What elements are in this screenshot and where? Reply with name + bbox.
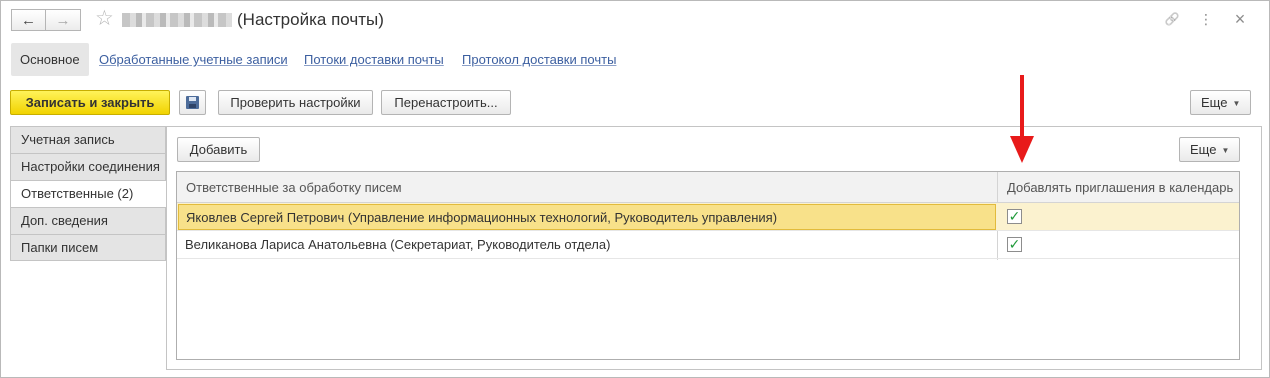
- table-row[interactable]: Яковлев Сергей Петрович (Управление инфо…: [177, 203, 1239, 231]
- forward-arrow-icon: →: [55, 11, 71, 29]
- toolbar-more-button[interactable]: Еще ▼: [1190, 90, 1251, 115]
- more-actions-icon[interactable]: ⋮: [1197, 9, 1215, 29]
- close-icon[interactable]: ×: [1231, 9, 1249, 29]
- tab-processed-accounts[interactable]: Обработанные учетные записи: [99, 52, 288, 67]
- link-icon[interactable]: 🔗: [1163, 9, 1181, 29]
- tab-main[interactable]: Основное: [11, 43, 89, 76]
- table-row[interactable]: Великанова Лариса Анатольевна (Секретари…: [177, 231, 1239, 259]
- app-window: ← → ☆ (Настройка почты) 🔗 ⋮ × Основное О…: [0, 0, 1270, 378]
- panel-more-label: Еще: [1190, 142, 1217, 157]
- side-tab-additional-info[interactable]: Доп. сведения: [10, 207, 166, 234]
- responsible-table: Ответственные за обработку писем Добавля…: [176, 171, 1240, 360]
- dropdown-caret-icon: ▼: [1221, 146, 1230, 156]
- calendar-invite-checkbox[interactable]: ✓: [1007, 209, 1022, 224]
- floppy-disk-icon: [186, 96, 199, 109]
- selected-cell[interactable]: Яковлев Сергей Петрович (Управление инфо…: [178, 204, 996, 230]
- reconfigure-button[interactable]: Перенастроить...: [381, 90, 511, 115]
- window-controls: 🔗 ⋮ ×: [1163, 9, 1249, 29]
- tab-delivery-streams[interactable]: Потоки доставки почты: [304, 52, 444, 67]
- side-tab-responsible[interactable]: Ответственные (2): [10, 180, 167, 207]
- annotation-arrow-shaft: [1020, 75, 1024, 141]
- panel-more-button[interactable]: Еще ▼: [1179, 137, 1240, 162]
- redacted-name: [122, 13, 232, 27]
- toolbar-more-label: Еще: [1201, 95, 1228, 110]
- tab-delivery-log[interactable]: Протокол доставки почты: [462, 52, 616, 67]
- forward-button[interactable]: →: [46, 9, 81, 31]
- column-header-responsible[interactable]: Ответственные за обработку писем: [186, 180, 402, 195]
- add-button[interactable]: Добавить: [177, 137, 260, 162]
- responsible-name: Великанова Лариса Анатольевна (Секретари…: [185, 237, 611, 252]
- back-button[interactable]: ←: [11, 9, 46, 31]
- checkmark-icon: ✓: [1008, 236, 1021, 252]
- save-and-close-button[interactable]: Записать и закрыть: [10, 90, 170, 115]
- dropdown-caret-icon: ▼: [1232, 99, 1241, 109]
- table-header: Ответственные за обработку писем Добавля…: [177, 172, 1239, 203]
- column-header-calendar-invites[interactable]: Добавлять приглашения в календарь: [1007, 180, 1233, 195]
- responsible-name: Яковлев Сергей Петрович (Управление инфо…: [186, 210, 778, 225]
- window-title: (Настройка почты): [237, 10, 384, 29]
- save-button[interactable]: [179, 90, 206, 115]
- side-tab-connection-settings[interactable]: Настройки соединения: [10, 153, 166, 180]
- navigation-buttons: ← →: [11, 9, 81, 31]
- back-arrow-icon: ←: [21, 11, 36, 29]
- checkmark-icon: ✓: [1008, 208, 1021, 224]
- side-tab-account[interactable]: Учетная запись: [10, 126, 166, 153]
- favorite-star-icon[interactable]: ☆: [95, 7, 114, 31]
- check-settings-button[interactable]: Проверить настройки: [218, 90, 373, 115]
- side-tab-mail-folders[interactable]: Папки писем: [10, 234, 166, 261]
- calendar-invite-checkbox[interactable]: ✓: [1007, 237, 1022, 252]
- annotation-arrow-head-icon: [1010, 136, 1034, 163]
